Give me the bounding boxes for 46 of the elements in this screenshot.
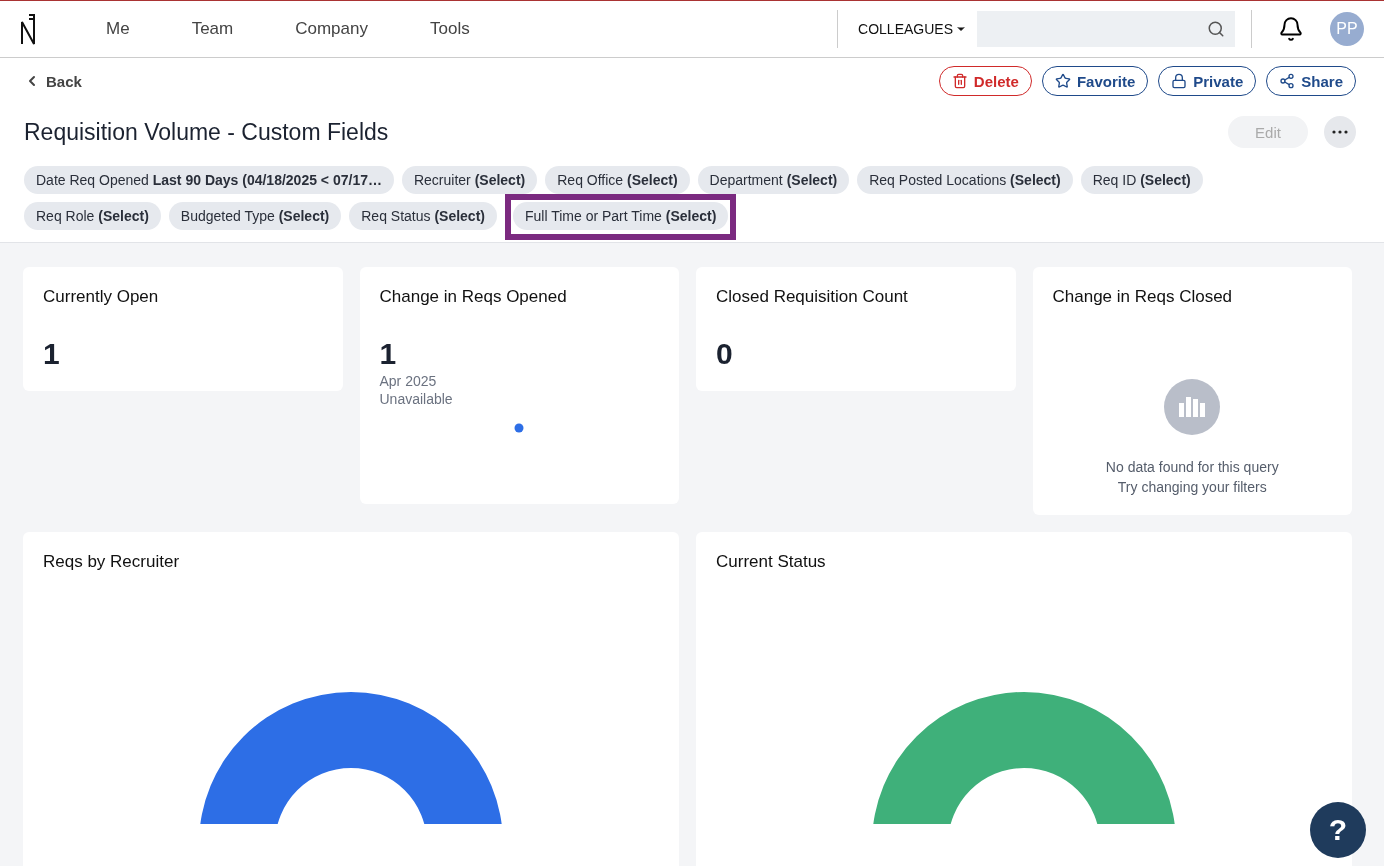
filter-chip[interactable]: Req ID (Select) <box>1080 166 1203 194</box>
bar-chart-icon <box>1164 379 1221 435</box>
nav-link[interactable]: Tools <box>429 19 470 39</box>
card-title: Change in Reqs Opened <box>379 287 568 307</box>
back-link[interactable]: Back <box>24 72 82 90</box>
stat-note: Unavailable <box>379 391 454 407</box>
scope-dropdown[interactable]: COLLEAGUES <box>858 21 967 37</box>
filter-chip[interactable]: Req Office (Select) <box>545 166 690 194</box>
card-title: Closed Requisition Count <box>716 287 909 307</box>
share-icon <box>1279 73 1296 89</box>
logo-icon[interactable] <box>20 12 38 46</box>
filter-chip[interactable]: Department (Select) <box>697 166 850 194</box>
filter-chip[interactable]: Req Role (Select) <box>24 202 161 230</box>
filter-chip[interactable]: Date Req Opened Last 90 Days (04/18/2025 < 07/17… <box>24 166 394 194</box>
stat-value: 1 <box>379 337 398 371</box>
bell-icon[interactable] <box>1278 16 1304 42</box>
empty-message: No data found for this query <box>1105 459 1279 475</box>
more-icon <box>1332 130 1348 134</box>
nav-link[interactable]: Company <box>295 19 368 39</box>
card-title: Currently Open <box>43 287 160 307</box>
search-icon <box>1207 20 1225 38</box>
stat-value: 1 <box>43 337 61 371</box>
stat-period: Apr 2025 <box>379 373 438 389</box>
filter-chip[interactable]: Full Time or Part Time (Select) <box>513 202 729 230</box>
filter-chip[interactable]: Budgeted Type (Select) <box>168 202 342 230</box>
stat-value: 0 <box>716 337 734 371</box>
card-title: Change in Reqs Closed <box>1052 287 1234 307</box>
filter-chip[interactable]: Req Posted Locations (Select) <box>857 166 1073 194</box>
trash-icon <box>951 73 968 89</box>
star-icon <box>1054 73 1071 89</box>
nav-link[interactable]: Team <box>191 19 234 39</box>
nav-link[interactable]: Me <box>106 19 130 39</box>
lock-icon <box>1171 73 1188 89</box>
data-point-icon <box>514 423 525 433</box>
more-button[interactable] <box>1324 116 1356 148</box>
filter-chip[interactable]: Recruiter (Select) <box>401 166 538 194</box>
action-button[interactable]: Favorite <box>1041 66 1149 96</box>
action-button[interactable]: Delete <box>938 66 1032 96</box>
action-button[interactable]: Share <box>1266 66 1356 96</box>
search-field[interactable] <box>977 11 1235 47</box>
filter-chip[interactable]: Req Status (Select) <box>349 202 497 230</box>
action-button[interactable]: Private <box>1158 66 1257 96</box>
empty-hint: Try changing your filters <box>1117 479 1267 495</box>
card-title: Current Status <box>716 552 827 572</box>
card-title: Reqs by Recruiter <box>43 552 181 572</box>
page-title: Requisition Volume - Custom Fields <box>24 118 389 146</box>
